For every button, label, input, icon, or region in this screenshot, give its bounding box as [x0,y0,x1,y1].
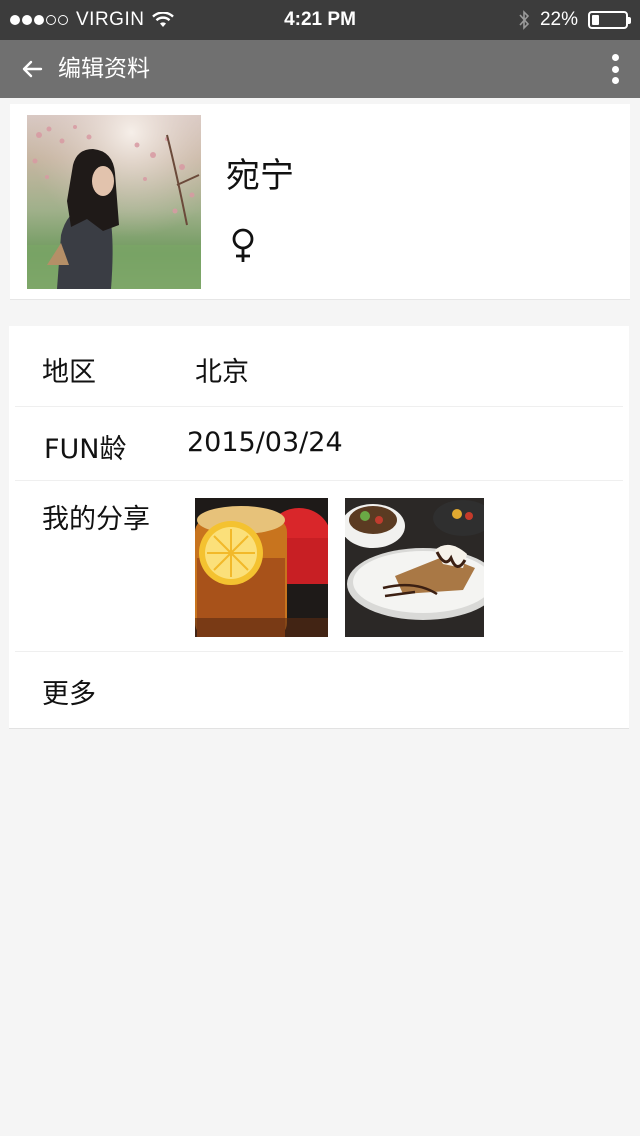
arrow-left-icon [22,60,43,78]
back-button[interactable] [12,54,52,84]
more-vertical-icon [611,54,619,61]
female-gender-icon [232,228,254,262]
dessert-photo [345,498,484,637]
fun-age-label: FUN龄 [44,434,127,465]
share-thumbnail-dessert[interactable] [345,498,484,637]
battery-level-fill [592,15,599,25]
info-card: 地区 北京 FUN龄 2015/03/24 我的分享 更多 [9,326,629,729]
fun-age-row[interactable]: FUN龄 2015/03/24 [9,407,629,480]
my-shares-label: 我的分享 [42,504,150,535]
battery-icon [588,11,631,29]
battery-percent: 22% [539,9,578,30]
tea-photo [195,498,328,637]
region-row[interactable]: 地区 北京 [9,326,629,406]
profile-card: 宛宁 [10,104,630,300]
page-title: 编辑资料 [58,56,150,82]
fun-age-value: 2015/03/24 [187,427,343,458]
region-label: 地区 [42,357,96,388]
status-bar: VIRGIN 4:21 PM 22% [0,0,640,40]
more-row[interactable]: 更多 [9,652,629,728]
avatar[interactable] [27,115,201,289]
region-value: 北京 [195,357,249,388]
bluetooth-icon [519,10,530,30]
nav-bar: 编辑资料 [0,40,640,98]
more-label: 更多 [42,679,96,710]
avatar-photo [27,115,201,289]
more-options-button[interactable] [604,52,626,86]
my-shares-row[interactable]: 我的分享 [9,481,629,651]
share-thumbnail-tea[interactable] [195,498,328,637]
profile-name[interactable]: 宛宁 [226,148,294,197]
status-bar-right: 22% [518,0,631,40]
